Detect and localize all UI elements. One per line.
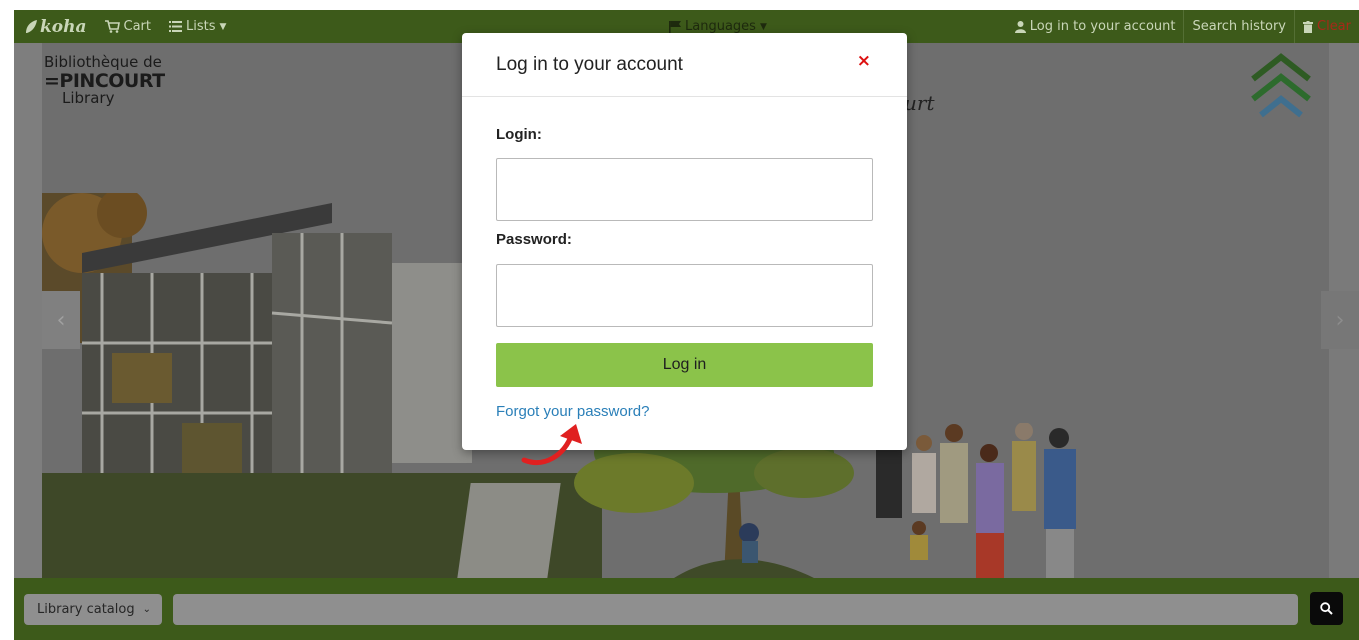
brand-line-1: Bibliothèque de <box>44 53 162 71</box>
password-field[interactable] <box>496 264 873 327</box>
nav-left: koha Cart Lists ▼ <box>14 17 226 37</box>
forgot-password-link[interactable]: Forgot your password? <box>496 403 649 420</box>
login-button[interactable]: Log in <box>496 343 873 387</box>
clear-history-link[interactable]: Clear <box>1294 10 1359 43</box>
koha-leaf-icon <box>26 19 37 33</box>
clear-label: Clear <box>1317 19 1351 34</box>
login-field[interactable] <box>496 158 873 221</box>
login-modal: Log in to your account × Login: Password… <box>462 33 907 450</box>
lists-dropdown[interactable]: Lists ▼ <box>169 19 226 34</box>
modal-title: Log in to your account <box>496 53 683 75</box>
search-scope-value: Library catalog <box>37 602 135 617</box>
caret-down-icon: ▼ <box>759 21 767 32</box>
chevron-up-icon <box>1251 53 1311 118</box>
modal-header: Log in to your account × <box>462 33 907 97</box>
languages-dropdown[interactable]: Languages ▼ <box>669 19 767 34</box>
cart-link[interactable]: Cart <box>104 19 152 34</box>
nav-right: Log in to your account Search history Cl… <box>1007 10 1359 43</box>
search-icon <box>1320 602 1333 615</box>
trash-icon <box>1303 20 1313 33</box>
walkway-image <box>457 483 561 578</box>
search-input[interactable] <box>173 594 1298 625</box>
top-frame <box>0 0 1359 10</box>
carousel-next-button[interactable]: › <box>1321 291 1359 349</box>
search-history-link[interactable]: Search history <box>1183 10 1294 43</box>
carousel-prev-button[interactable]: ‹ <box>42 291 80 349</box>
close-icon[interactable]: × <box>857 51 871 71</box>
caret-down-icon: ▼ <box>219 21 227 32</box>
brand-line-3: Library <box>62 89 115 107</box>
search-history-label: Search history <box>1192 19 1286 34</box>
logo-text: koha <box>40 16 87 37</box>
password-label: Password: <box>496 231 572 248</box>
library-brand: Bibliothèque de =PINCOURT Library <box>44 55 165 106</box>
login-label: Login: <box>496 126 542 143</box>
cart-label: Cart <box>123 19 152 34</box>
search-scope-select[interactable]: Library catalog ⌄ <box>24 594 162 625</box>
banner-script-text: urt <box>904 91 935 115</box>
search-bar: Library catalog ⌄ <box>14 578 1359 640</box>
banner-left-edge <box>14 43 42 578</box>
user-icon <box>1014 20 1026 33</box>
chevron-down-icon: ⌄ <box>142 604 151 615</box>
list-icon <box>169 21 182 32</box>
flag-icon <box>669 20 681 33</box>
login-link[interactable]: Log in to your account <box>1007 10 1184 43</box>
login-label: Log in to your account <box>1029 19 1176 34</box>
red-arrow-icon <box>521 424 582 465</box>
cart-icon <box>104 20 120 33</box>
lists-label: Lists <box>186 19 216 34</box>
koha-logo[interactable]: koha <box>24 17 87 37</box>
search-button[interactable] <box>1310 592 1343 625</box>
languages-label: Languages <box>685 19 756 34</box>
